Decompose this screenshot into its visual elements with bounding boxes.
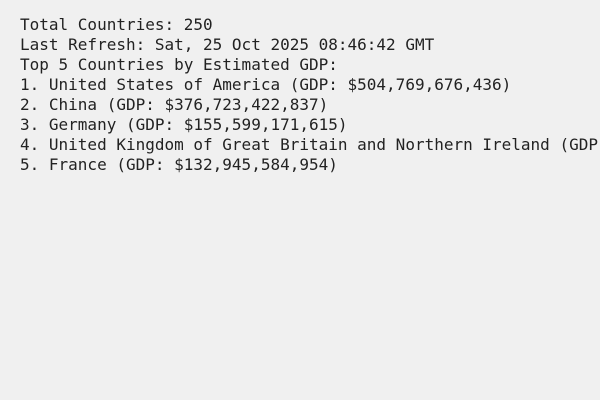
total-countries-text: Total Countries: 250: [20, 15, 213, 34]
country-rank-1: 1. United States of America (GDP: $504,7…: [20, 75, 512, 94]
country-rank-2: 2. China (GDP: $376,723,422,837): [20, 95, 329, 114]
top-countries-heading: Top 5 Countries by Estimated GDP:: [20, 55, 338, 74]
report-output: Total Countries: 250 Last Refresh: Sat, …: [0, 0, 600, 400]
country-rank-3: 3. Germany (GDP: $155,599,171,615): [20, 115, 348, 134]
last-refresh-text: Last Refresh: Sat, 25 Oct 2025 08:46:42 …: [20, 35, 435, 54]
country-rank-4: 4. United Kingdom of Great Britain and N…: [20, 135, 598, 154]
country-rank-5: 5. France (GDP: $132,945,584,954): [20, 155, 338, 174]
